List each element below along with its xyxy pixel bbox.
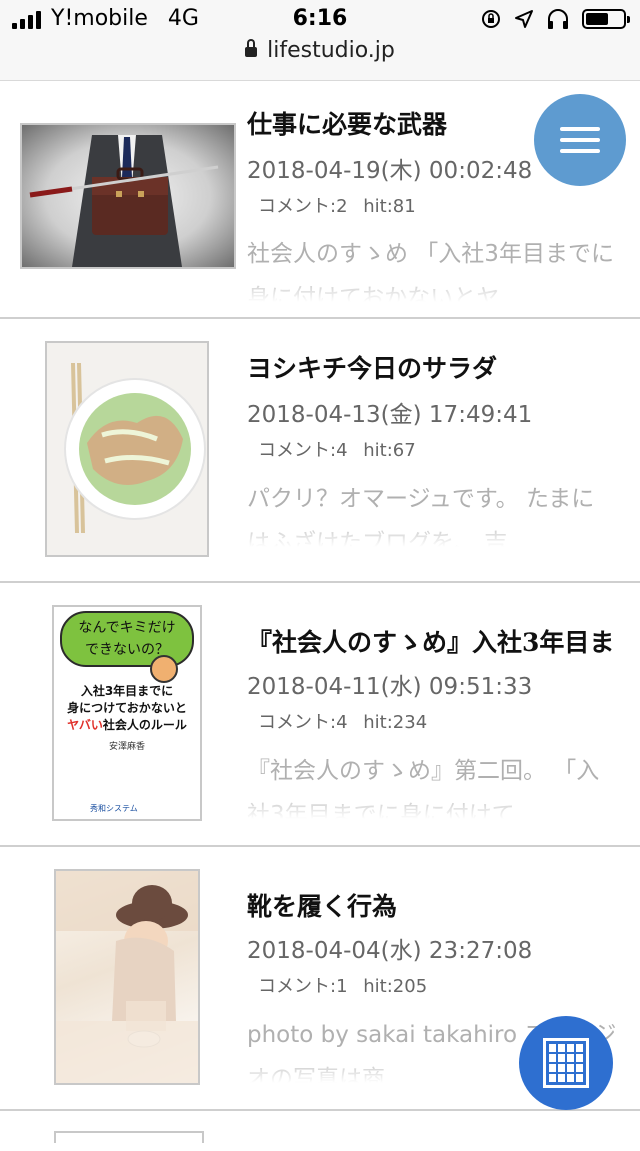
- article-item[interactable]: なんでキミだけ できないの？ 入社3年目までに 身につけておかないと ヤバい社会…: [0, 583, 640, 847]
- status-bar: Y!mobile 4G 6:16 lifestudio.jp: [0, 0, 640, 81]
- article-meta: コメント:1 hit:205: [258, 972, 427, 998]
- article-thumbnail[interactable]: なんでキミだけ できないの？ 入社3年目までに 身につけておかないと ヤバい社会…: [52, 605, 202, 821]
- child-tying-shoes-image: [56, 871, 198, 1083]
- book-subtitle: 入社3年目までに 身につけておかないと ヤバい社会人のルール: [54, 683, 200, 734]
- article-thumbnail[interactable]: [20, 123, 236, 269]
- book-line-3: ヤバい社会人のルール: [54, 717, 200, 734]
- calendar-button[interactable]: [519, 1016, 613, 1110]
- calendar-grid-icon: [543, 1038, 589, 1088]
- address-domain: lifestudio.jp: [267, 38, 395, 63]
- book-line-2: 身につけておかないと: [67, 701, 187, 715]
- article-date: 2018-04-04(水) 23:27:08: [247, 938, 533, 964]
- article-thumbnail[interactable]: [45, 341, 209, 557]
- rotation-lock-icon: [482, 10, 500, 28]
- article-date: 2018-04-11(水) 09:51:33: [247, 674, 533, 700]
- hit-count: hit:81: [363, 196, 416, 217]
- book-line-1: 入社3年目までに: [80, 684, 174, 698]
- businessman-briefcase-image: [29, 135, 219, 267]
- address-bar[interactable]: lifestudio.jp: [0, 38, 640, 63]
- salad-bowl-image: [64, 362, 206, 534]
- menu-button[interactable]: [534, 94, 626, 186]
- article-date: 2018-04-19(木) 00:02:48: [247, 158, 533, 184]
- article-item-partial[interactable]: [0, 1111, 640, 1151]
- book-bubble-line-1: なんでキミだけ: [78, 620, 176, 636]
- article-excerpt: 『社会人のすゝめ』第二回。 「入社3年目までに身に付けて: [247, 749, 617, 819]
- article-title[interactable]: 靴を履く行為: [247, 887, 397, 923]
- article-date: 2018-04-13(金) 17:49:41: [247, 402, 533, 428]
- article-title[interactable]: 仕事に必要な武器: [247, 105, 447, 141]
- article-meta: コメント:4 hit:67: [258, 436, 416, 462]
- article-excerpt: パクリ？オマージュです。 たまにはふざけたブログを、 吉: [247, 477, 617, 547]
- article-meta: コメント:2 hit:81: [258, 192, 416, 218]
- article-thumbnail[interactable]: [54, 1131, 204, 1143]
- comment-count: コメント:4: [258, 712, 348, 733]
- hit-count: hit:205: [363, 976, 428, 997]
- book-cover-image: なんでキミだけ できないの？ 入社3年目までに 身につけておかないと ヤバい社会…: [54, 607, 200, 819]
- article-thumbnail[interactable]: [54, 869, 200, 1085]
- book-publisher: 秀和システム: [90, 804, 138, 813]
- headphones-icon: [548, 9, 568, 29]
- book-author: 安澤麻香: [108, 742, 145, 752]
- hit-count: hit:234: [363, 712, 428, 733]
- lock-icon: [245, 39, 258, 57]
- comment-count: コメント:4: [258, 440, 348, 461]
- article-excerpt: 社会人のすゝめ 「入社3年目までに身に付けておかないとヤ: [247, 232, 617, 302]
- article-list: 仕事に必要な武器 2018-04-19(木) 00:02:48 コメント:2 h…: [0, 81, 640, 1151]
- hamburger-menu-icon: [560, 127, 600, 131]
- book-line-3-rest: 社会人のルール: [102, 718, 187, 732]
- hit-count: hit:67: [363, 440, 416, 461]
- battery-icon: [582, 9, 630, 29]
- article-item[interactable]: ヨシキチ今日のサラダ 2018-04-13(金) 17:49:41 コメント:4…: [0, 319, 640, 583]
- location-arrow-icon: [515, 10, 533, 28]
- comment-count: コメント:2: [258, 196, 348, 217]
- book-face-illustration: [150, 655, 178, 683]
- article-meta: コメント:4 hit:234: [258, 708, 427, 734]
- article-title[interactable]: ヨシキチ今日のサラダ: [247, 349, 497, 385]
- book-line-3-accent: ヤバい: [67, 718, 103, 732]
- comment-count: コメント:1: [258, 976, 348, 997]
- article-title[interactable]: 『社会人のすゝめ』入社3年目ま: [247, 623, 614, 659]
